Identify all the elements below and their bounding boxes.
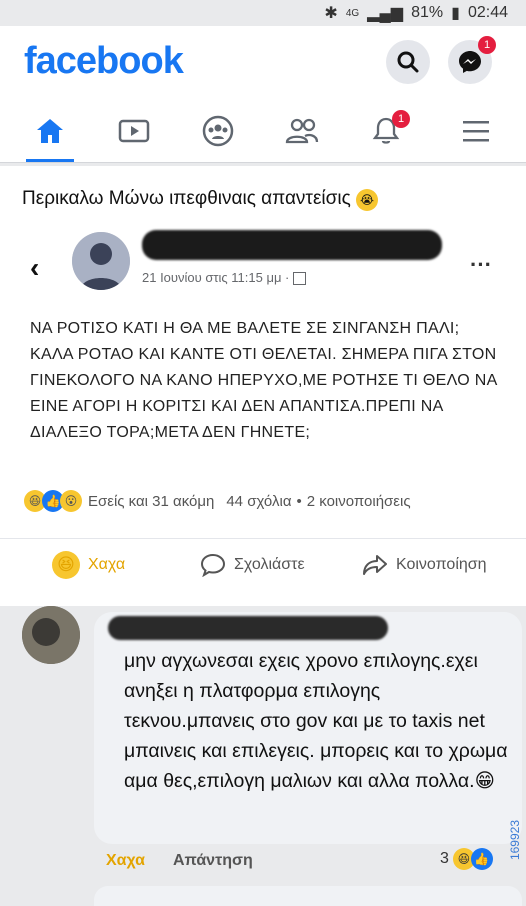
haha-button[interactable]: 😆 Χαχα <box>52 551 125 579</box>
redacted-commenter-name <box>108 616 388 640</box>
comment-text: μην αγχωνεσαι εχεις χρονο επιλογης.εχει … <box>124 650 508 792</box>
audience-icon <box>293 272 307 286</box>
separator-dot: • <box>296 492 302 510</box>
comment-like-icon: 👍 <box>470 848 493 870</box>
tab-home[interactable] <box>20 108 80 162</box>
watermark-text: 169923 <box>508 820 522 861</box>
search-button[interactable] <box>386 40 430 84</box>
facebook-logo[interactable]: facebook <box>24 40 184 83</box>
reactions-text: Εσείς και 31 ακόμη <box>88 492 215 510</box>
tab-notifications[interactable]: 1 <box>356 108 416 154</box>
comment-reply-button[interactable]: Απάντηση <box>173 852 253 870</box>
haha-label: Χαχα <box>88 556 126 573</box>
watch-icon <box>118 119 150 143</box>
default-avatar-icon <box>72 232 130 290</box>
network-label: 4G <box>345 7 360 19</box>
comment-reactions[interactable]: 3 😆 👍 <box>440 848 493 870</box>
app-header: facebook 1 <box>0 26 526 100</box>
tab-bar: 1 <box>0 100 526 163</box>
notifications-badge: 1 <box>392 110 410 128</box>
battery-icon: ▮ <box>451 5 460 22</box>
friends-icon <box>285 118 319 144</box>
more-options-button[interactable]: ··· <box>470 252 492 278</box>
messenger-badge: 1 <box>478 36 496 54</box>
commenter-photo-icon <box>22 606 80 664</box>
share-button[interactable]: Κοινοποίηση <box>362 553 487 577</box>
group-title: Περικαλω Μώνω ιπεφθιναις απαντείσις 😭 <box>22 188 379 211</box>
menu-icon <box>463 121 489 142</box>
share-label: Κοινοποίηση <box>396 556 487 573</box>
post-date[interactable]: 21 Ιουνίου στις 11:15 μμ · <box>142 270 307 286</box>
search-icon <box>397 51 419 73</box>
battery-level: 81% <box>411 4 444 21</box>
comments-count[interactable]: 44 σχόλια <box>226 493 291 510</box>
comment-button[interactable]: Σχολιάστε <box>200 553 305 577</box>
crying-emoji-icon: 😭 <box>356 189 379 211</box>
comment-bubble: μην αγχωνεσαι εχεις χρονο επιλογης.εχει … <box>94 612 522 844</box>
shares-count[interactable]: 2 κοινοποιήσεις <box>307 493 411 510</box>
messenger-button[interactable]: 1 <box>448 36 496 84</box>
home-icon <box>37 119 63 143</box>
redacted-author-name <box>142 230 442 260</box>
comment-label: Σχολιάστε <box>234 556 305 573</box>
comment-reaction-count: 3 <box>440 850 449 867</box>
share-icon <box>363 555 387 575</box>
comment-meta: Χαχα Απάντηση <box>106 852 253 870</box>
clock: 02:44 <box>467 4 508 21</box>
comment-icon <box>200 553 226 577</box>
comment-haha-button[interactable]: Χαχα <box>106 852 145 870</box>
bluetooth-icon: ✱ <box>324 5 338 22</box>
post-card: Περικαλω Μώνω ιπεφθιναις απαντείσις 😭 ‹ … <box>0 166 526 606</box>
signal-icon: ▂▄▆ <box>367 5 404 22</box>
post-body: ΝΑ ΡΟΤΙΣΟ ΚΑΤΙ Η ΘΑ ΜΕ ΒΑΛΕΤΕ ΣΕ ΣΙΝΓΑΝΣ… <box>30 320 497 441</box>
comment-item: μην αγχωνεσαι εχεις χρονο επιλογης.εχει … <box>22 606 522 906</box>
wow-reaction-icon: 😮 <box>60 490 82 512</box>
groups-icon <box>202 115 234 147</box>
post-actions: 😆 Χαχα Σχολιάστε Κοινοποίηση <box>0 538 526 591</box>
tab-friends[interactable] <box>272 108 332 154</box>
tab-menu[interactable] <box>446 108 506 154</box>
haha-icon: 😆 <box>52 551 80 579</box>
avatar[interactable] <box>72 232 130 290</box>
commenter-avatar[interactable] <box>22 606 80 664</box>
next-comment-preview <box>94 886 522 906</box>
back-button[interactable]: ‹ <box>30 252 39 284</box>
tab-watch[interactable] <box>104 108 164 154</box>
reactions-summary[interactable]: 😆 👍 😮 Εσείς και 31 ακόμη 44 σχόλια • 2 κ… <box>24 490 504 512</box>
group-title-text: Περικαλω Μώνω ιπεφθιναις απαντείσις <box>22 188 351 209</box>
messenger-icon <box>459 51 481 73</box>
tab-groups[interactable] <box>188 108 248 154</box>
status-bar: ✱ 4G ▂▄▆ 81% ▮ 02:44 <box>0 0 526 26</box>
